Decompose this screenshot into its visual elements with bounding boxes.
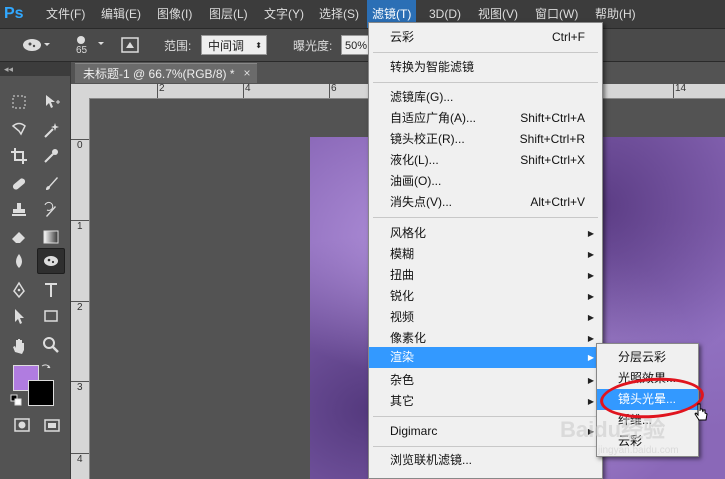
exposure-input[interactable]: 50% — [341, 35, 371, 55]
eraser-icon[interactable] — [7, 226, 31, 248]
ruler-number: 4 — [77, 454, 83, 465]
submenu-arrow-icon: ▶ — [587, 334, 594, 343]
range-select[interactable]: 中间调 ⬍ — [201, 35, 267, 55]
filter-menu: 云彩 Ctrl+F 转换为智能滤镜 滤镜库(G)... 自适应广角(A)... Sh… — [368, 22, 603, 479]
photoshop-logo: Ps — [4, 5, 24, 22]
pen-icon[interactable] — [7, 279, 31, 301]
menu-item-vanishing-point[interactable]: 消失点(V)... Alt+Ctrl+V — [369, 192, 602, 213]
move-icon[interactable] — [39, 91, 63, 113]
default-colors-icon[interactable] — [10, 394, 22, 406]
brush-icon[interactable] — [39, 173, 63, 195]
submenu-arrow-icon: ▶ — [587, 271, 594, 280]
ruler-vertical[interactable]: 0 1 2 3 4 — [71, 98, 90, 479]
close-tab-icon[interactable]: × — [240, 63, 254, 83]
zoom-icon[interactable] — [39, 334, 63, 356]
menu-item-render[interactable]: 渲染 ▶ — [369, 347, 602, 368]
toolbox-collapse[interactable]: ◂◂ — [0, 62, 70, 76]
mouse-cursor-icon — [694, 403, 708, 423]
range-label: 范围: — [164, 39, 192, 53]
blur-icon[interactable] — [7, 250, 31, 272]
menu-item-oil-paint[interactable]: 油画(O)... — [369, 171, 602, 192]
menu-item-browse-online-filters[interactable]: 浏览联机滤镜... — [369, 450, 602, 471]
screen-mode-icon[interactable] — [40, 414, 64, 436]
menu-select[interactable]: 选择(S) — [314, 0, 364, 28]
menu-layer[interactable]: 图层(L) — [204, 0, 253, 28]
background-color-swatch[interactable] — [28, 380, 54, 406]
hand-icon[interactable] — [7, 334, 31, 356]
menu-bar: Ps 文件(F) 编辑(E) 图像(I) 图层(L) 文字(Y) 选择(S) 滤… — [0, 0, 725, 29]
submenu-arrow-icon: ▶ — [587, 292, 594, 301]
healing-brush-icon[interactable] — [7, 173, 31, 195]
menu-item-video[interactable]: 视频 ▶ — [369, 307, 602, 328]
menu-edit[interactable]: 编辑(E) — [96, 0, 146, 28]
ruler-number: 6 — [331, 83, 337, 94]
submenu-arrow-icon: ▶ — [587, 229, 594, 238]
watermark-url: jingyan.baidu.com — [598, 445, 679, 456]
menu-item-liquify[interactable]: 液化(L)... Shift+Ctrl+X — [369, 150, 602, 171]
eyedropper-icon[interactable] — [39, 145, 63, 167]
brush-preset-picker[interactable]: 65 — [68, 32, 106, 58]
select-arrows-icon: ⬍ — [255, 41, 262, 50]
swap-colors-icon[interactable] — [40, 362, 52, 374]
submenu-arrow-icon: ▶ — [587, 353, 594, 362]
watermark: Baidu经验 — [560, 417, 666, 442]
submenu-item-difference-clouds[interactable]: 分层云彩 — [597, 347, 698, 368]
range-value: 中间调 — [208, 39, 245, 53]
menu-item-convert-smart-filter[interactable]: 转换为智能滤镜 — [369, 57, 602, 78]
gradient-icon[interactable] — [39, 226, 63, 248]
ruler-number: 0 — [77, 140, 83, 151]
sponge-icon — [44, 256, 58, 266]
submenu-arrow-icon: ▶ — [587, 250, 594, 259]
magic-wand-icon[interactable] — [39, 119, 63, 141]
menu-item-other[interactable]: 其它 ▶ — [369, 391, 602, 412]
brush-panel-toggle[interactable] — [120, 35, 142, 55]
brush-panel-icon — [121, 37, 139, 53]
marquee-icon[interactable] — [7, 91, 31, 113]
type-icon[interactable] — [39, 279, 63, 301]
crop-icon[interactable] — [7, 145, 31, 167]
menu-item-noise[interactable]: 杂色 ▶ — [369, 370, 602, 391]
menu-item-distort[interactable]: 扭曲 ▶ — [369, 265, 602, 286]
menu-item-filter-gallery[interactable]: 滤镜库(G)... — [369, 87, 602, 108]
submenu-arrow-icon: ▶ — [587, 376, 594, 385]
ruler-number: 1 — [77, 221, 83, 232]
history-brush-icon[interactable] — [39, 199, 63, 221]
menu-image[interactable]: 图像(I) — [152, 0, 197, 28]
clone-stamp-icon[interactable] — [7, 199, 31, 221]
sponge-tool[interactable] — [37, 248, 65, 274]
ruler-number: 2 — [159, 83, 165, 94]
menu-item-lens-correction[interactable]: 镜头校正(R)... Shift+Ctrl+R — [369, 129, 602, 150]
ruler-number: 2 — [77, 302, 83, 313]
menu-item-pixelate[interactable]: 像素化 ▶ — [369, 328, 602, 349]
menu-item-stylize[interactable]: 风格化 ▶ — [369, 223, 602, 244]
tool-preset-picker[interactable] — [20, 35, 50, 55]
menu-item-adaptive-wide-angle[interactable]: 自适应广角(A)... Shift+Ctrl+A — [369, 108, 602, 129]
options-bar: 65 范围: 中间调 ⬍ 曝光度: 50% — [0, 29, 725, 62]
brush-size-value: 65 — [76, 45, 88, 56]
menu-file[interactable]: 文件(F) — [41, 0, 90, 28]
ruler-number: 3 — [77, 382, 83, 393]
path-selection-icon[interactable] — [7, 305, 31, 327]
document-tab[interactable]: 未标题-1 @ 66.7%(RGB/8) * — [75, 63, 257, 83]
ruler-number: 4 — [245, 83, 251, 94]
quick-mask-icon[interactable] — [10, 414, 34, 436]
lasso-icon[interactable] — [7, 119, 31, 141]
toolbox: ◂◂ — [0, 62, 71, 479]
exposure-label: 曝光度: — [293, 39, 333, 53]
submenu-arrow-icon: ▶ — [587, 397, 594, 406]
menu-item-sharpen[interactable]: 锐化 ▶ — [369, 286, 602, 307]
ruler-number: 14 — [675, 83, 687, 94]
menu-item-last-filter[interactable]: 云彩 Ctrl+F — [369, 27, 602, 48]
submenu-arrow-icon: ▶ — [587, 313, 594, 322]
menu-type[interactable]: 文字(Y) — [259, 0, 309, 28]
sponge-icon — [23, 39, 50, 51]
menu-item-blur[interactable]: 模糊 ▶ — [369, 244, 602, 265]
rectangle-icon[interactable] — [39, 305, 63, 327]
